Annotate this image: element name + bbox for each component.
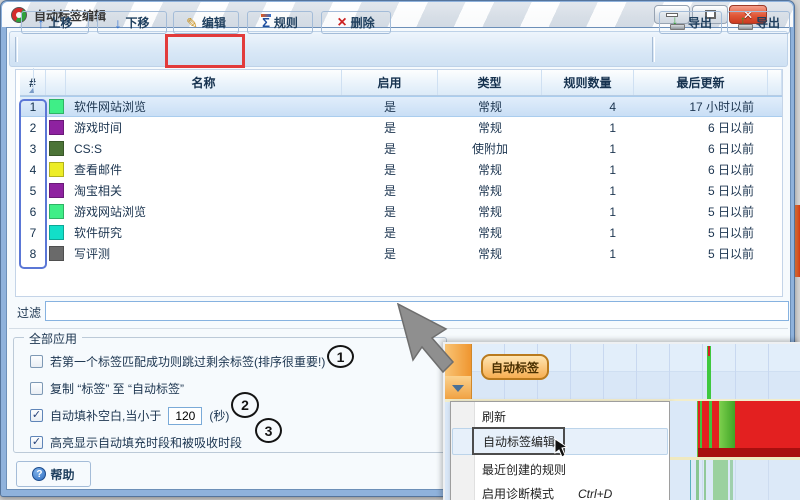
fill-gap-label-after: (秒) [209,407,229,424]
annotation-circle-1: 1 [327,345,354,368]
copy-tags-checkbox[interactable] [30,382,43,395]
option-copy-tags[interactable]: 复制 “标签” 至 “自动标签” [14,375,446,402]
menu-item-diagnostic-mode[interactable]: 启用诊断模式 Ctrl+D [452,482,668,500]
table-row[interactable]: 2 游戏时间 是 常规 1 6 日以前 [20,117,782,138]
help-button[interactable]: ? 帮助 [16,461,91,487]
table-row[interactable]: 5 淘宝相关 是 常规 1 5 日以前 [20,180,782,201]
table-row[interactable]: 8 写评测 是 常规 1 5 日以前 [20,243,782,264]
timeline-green-segment [713,460,728,500]
tag-color-swatch [49,246,64,261]
tag-color-swatch [49,204,64,219]
table-row[interactable]: 1 软件网站浏览 是 常规 4 17 小时以前 [20,96,782,117]
sigma-icon: Σ [262,16,270,29]
delete-button[interactable]: × 删除 [321,11,391,34]
menu-item-recent-rules[interactable]: 最近创建的规则 [452,458,668,481]
help-label: 帮助 [50,466,74,483]
screen: 自动标签编辑 ✕ ↑ 上移 ↓ 下移 ✎ 编辑 Σ 规则 × 删除 [0,0,800,500]
move-down-icon: ↓ [114,16,121,30]
menu-item-refresh[interactable]: 刷新 [452,405,668,428]
tag-color-swatch [49,141,64,156]
timeline-green-stripe [730,460,733,500]
toolbar-grip [652,37,655,62]
option-highlight[interactable]: ✓ 高亮显示自动填充时段和被吸收时段 [14,429,446,456]
tag-color-swatch [49,99,64,114]
help-icon: ? [32,467,46,481]
option-skip-rest[interactable]: 若第一个标签匹配成功则跳过剩余标签(排序很重要!) [14,348,446,375]
timeline-red-shadow [698,448,800,457]
auto-tag-button[interactable]: 自动标签 [481,354,549,380]
diagnostic-mode-shortcut: Ctrl+D [578,487,612,500]
export-label-2: 导出 [756,14,780,31]
move-down-button[interactable]: ↓ 下移 [97,11,167,34]
col-updated[interactable]: 最后更新 [634,70,768,95]
highlight-label: 高亮显示自动填充时段和被吸收时段 [50,434,242,451]
delete-label: 删除 [351,14,375,31]
table-row[interactable]: 7 软件研究 是 常规 1 5 日以前 [20,222,782,243]
timeline-red-segment [697,401,800,457]
option-fill-gap[interactable]: ✓ 自动填补空白,当小于 (秒) [14,402,446,429]
timeline-middle-row [670,401,800,457]
col-spacer [768,70,782,95]
annotation-circle-2: 2 [231,392,259,418]
tag-color-swatch [49,183,64,198]
fill-gap-seconds-input[interactable] [168,407,202,425]
chevron-down-icon [452,385,464,392]
move-up-icon: ↑ [37,16,44,30]
rules-table: # 名称 启用 类型 规则数量 最后更新 1 软件网站浏览 是 常规 4 17 … [15,69,783,297]
timeline-bottom-row [670,460,800,500]
export-button-1[interactable]: ↓ 导出 [659,11,722,34]
toolbar-grip [15,37,18,62]
dropdown-button[interactable] [445,376,471,400]
table-row[interactable]: 4 查看邮件 是 常规 1 6 日以前 [20,159,782,180]
copy-tags-label: 复制 “标签” 至 “自动标签” [50,380,184,397]
move-up-button[interactable]: ↑ 上移 [21,11,89,34]
small-cursor-icon [554,438,568,458]
fill-gap-checkbox[interactable]: ✓ [30,409,43,422]
sort-ascending-icon [29,68,34,93]
timeline-teal-stripe [690,460,691,500]
background-window-sliver [795,205,800,277]
col-enabled[interactable]: 启用 [342,70,438,95]
highlight-checkbox[interactable]: ✓ [30,436,43,449]
delete-x-icon: × [337,15,346,31]
rules-button[interactable]: Σ 规则 [247,11,313,34]
edit-button[interactable]: ✎ 编辑 [173,11,239,34]
annotation-circle-3: 3 [255,418,282,443]
col-color[interactable] [46,70,66,95]
move-up-label: 上移 [48,14,72,31]
col-type[interactable]: 类型 [438,70,542,95]
table-header[interactable]: # 名称 启用 类型 规则数量 最后更新 [20,70,782,96]
export-up-icon: ↑ [737,16,752,30]
timeline-marker-line [707,346,711,400]
fill-gap-label-before: 自动填补空白,当小于 [50,407,161,424]
edit-label: 编辑 [202,14,226,31]
col-count[interactable]: 规则数量 [542,70,634,95]
group-title: 全部应用 [24,330,82,347]
filter-label: 过滤 [17,304,41,321]
apply-all-group: 全部应用 若第一个标签匹配成功则跳过剩余标签(排序很重要!) 复制 “标签” 至… [13,337,447,453]
large-cursor-icon [396,303,456,375]
col-name[interactable]: 名称 [66,70,342,95]
export-label-1: 导出 [688,14,712,31]
timeline-green-stripe [696,460,699,500]
tag-color-swatch [49,225,64,240]
table-row[interactable]: 3 CS:S 是 使附加 1 6 日以前 [20,138,782,159]
skip-rest-label: 若第一个标签匹配成功则跳过剩余标签(排序很重要!) [50,353,325,370]
skip-rest-checkbox[interactable] [30,355,43,368]
pencil-icon: ✎ [186,16,198,30]
tag-color-swatch [49,120,64,135]
timeline-green-stripe [704,460,706,500]
export-button-2[interactable]: ↑ 导出 [727,11,790,34]
context-menu: 刷新 自动标签编辑 最近创建的规则 启用诊断模式 Ctrl+D [450,401,670,500]
toolbar [9,31,788,67]
rules-label: 规则 [274,14,298,31]
tag-color-swatch [49,162,64,177]
diagnostic-mode-label: 启用诊断模式 [482,485,554,500]
inset-screenshot: 自动标签 刷新 自动标签编辑 最近创建的规则 启用诊断模式 Ctrl+D [443,342,800,500]
table-row[interactable]: 6 游戏网站浏览 是 常规 1 5 日以前 [20,201,782,222]
move-down-label: 下移 [125,14,149,31]
export-down-icon: ↓ [669,16,684,30]
